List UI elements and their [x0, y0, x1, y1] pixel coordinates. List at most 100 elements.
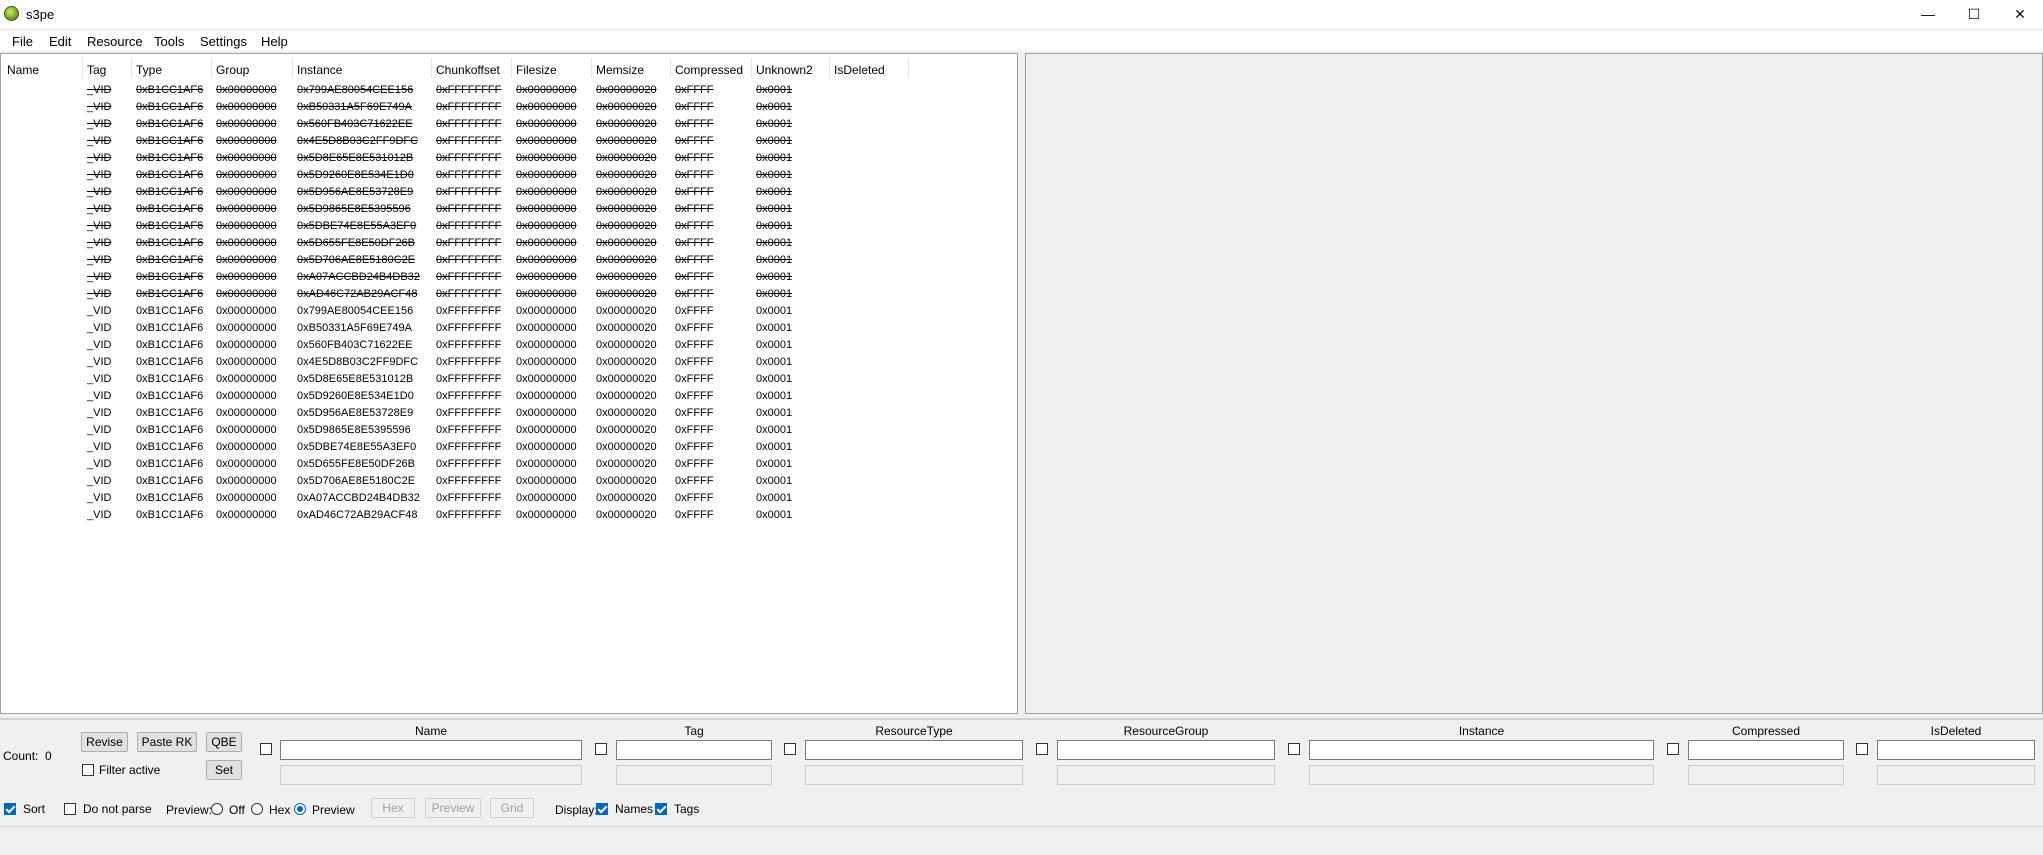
column-header-type[interactable]: Type — [136, 63, 162, 77]
table-row[interactable]: _VID 0xB1CC1AF6 0x00000000 0xB50331A5F69E74… — [1, 99, 1017, 116]
filter-instance-input[interactable] — [1309, 740, 1654, 760]
column-header-isdeleted[interactable]: IsDeleted — [834, 63, 885, 77]
tags-checkbox[interactable] — [655, 803, 667, 815]
table-row[interactable]: _VID 0xB1CC1AF6 0x00000000 0x5D8E65E8E53101… — [1, 371, 1017, 388]
column-separator[interactable] — [292, 58, 293, 78]
revise-button[interactable]: Revise — [81, 732, 128, 752]
table-row[interactable]: _VID 0xB1CC1AF6 0x00000000 0x799AE80054CEE1… — [1, 82, 1017, 99]
column-header-name[interactable]: Name — [7, 63, 39, 77]
hex-button[interactable]: Hex — [371, 798, 415, 818]
column-header-tag[interactable]: Tag — [87, 63, 106, 77]
table-row[interactable]: _VID 0xB1CC1AF6 0x00000000 0x5D956AE8E53728… — [1, 405, 1017, 422]
paste-rk-button[interactable]: Paste RK — [137, 732, 197, 752]
column-header-memsize[interactable]: Memsize — [596, 63, 644, 77]
cell-type: 0xB1CC1AF6 — [136, 152, 204, 164]
preview-hex-radio[interactable] — [251, 803, 263, 815]
column-header-filesize[interactable]: Filesize — [516, 63, 557, 77]
menu-edit[interactable]: Edit — [49, 34, 71, 49]
do-not-parse-checkbox[interactable] — [64, 803, 76, 815]
maximize-button[interactable]: ☐ — [1951, 0, 1997, 28]
cell-memsize: 0x00000020 — [596, 271, 657, 283]
table-row[interactable]: _VID 0xB1CC1AF6 0x00000000 0x560FB403C71622… — [1, 116, 1017, 133]
filter-compressed-checkbox[interactable] — [1667, 743, 1679, 755]
filter-resourcetype-value — [805, 765, 1023, 785]
table-row[interactable]: _VID 0xB1CC1AF6 0x00000000 0x560FB403C71622… — [1, 337, 1017, 354]
column-separator[interactable] — [670, 58, 671, 78]
menu-settings[interactable]: Settings — [200, 34, 247, 49]
preview-off-radio[interactable] — [211, 803, 223, 815]
filter-instance-checkbox[interactable] — [1288, 743, 1300, 755]
column-separator[interactable] — [131, 58, 132, 78]
menu-tools[interactable]: Tools — [154, 34, 184, 49]
column-separator[interactable] — [751, 58, 752, 78]
table-row[interactable]: _VID 0xB1CC1AF6 0x00000000 0xB50331A5F69E74… — [1, 320, 1017, 337]
set-button[interactable]: Set — [206, 760, 242, 780]
filter-tag-checkbox[interactable] — [595, 743, 607, 755]
filter-name-checkbox[interactable] — [260, 743, 272, 755]
filter-active-checkbox[interactable] — [82, 764, 94, 776]
filter-name-input[interactable] — [280, 740, 582, 760]
table-row[interactable]: _VID 0xB1CC1AF6 0x00000000 0x5D9260E8E534E1… — [1, 167, 1017, 184]
cell-type: 0xB1CC1AF6 — [136, 271, 204, 283]
column-separator[interactable] — [82, 58, 83, 78]
cell-type: 0xB1CC1AF6 — [136, 254, 204, 266]
sort-checkbox[interactable] — [4, 803, 16, 815]
minimize-button[interactable]: — — [1905, 0, 1951, 28]
cell-filesize: 0x00000000 — [516, 118, 577, 130]
grid-button[interactable]: Grid — [490, 798, 534, 818]
table-row[interactable]: _VID 0xB1CC1AF6 0x00000000 0x4E5D8B03C2FF9D… — [1, 133, 1017, 150]
column-header-chunkoffset[interactable]: Chunkoffset — [436, 63, 500, 77]
column-separator[interactable] — [591, 58, 592, 78]
preview-preview-radio[interactable] — [294, 803, 306, 815]
column-separator[interactable] — [908, 58, 909, 78]
table-row[interactable]: _VID 0xB1CC1AF6 0x00000000 0x5D706AE8E5180C… — [1, 252, 1017, 269]
column-separator[interactable] — [211, 58, 212, 78]
menu-resource[interactable]: Resource — [87, 34, 143, 49]
filter-tag-input[interactable] — [616, 740, 772, 760]
menu-file[interactable]: File — [12, 34, 33, 49]
table-row[interactable]: _VID 0xB1CC1AF6 0x00000000 0x5D9865E8E53955… — [1, 422, 1017, 439]
table-row[interactable]: _VID 0xB1CC1AF6 0x00000000 0x799AE80054CEE1… — [1, 303, 1017, 320]
table-row[interactable]: _VID 0xB1CC1AF6 0x00000000 0x5D956AE8E53728… — [1, 184, 1017, 201]
table-row[interactable]: _VID 0xB1CC1AF6 0x00000000 0x4E5D8B03C2FF9D… — [1, 354, 1017, 371]
table-row[interactable]: _VID 0xB1CC1AF6 0x00000000 0x5D655FE8E50DF2… — [1, 456, 1017, 473]
table-row[interactable]: _VID 0xB1CC1AF6 0x00000000 0xA07ACCBD24B4DB… — [1, 269, 1017, 286]
table-row[interactable]: _VID 0xB1CC1AF6 0x00000000 0x5D655FE8E50DF2… — [1, 235, 1017, 252]
table-row[interactable]: _VID 0xB1CC1AF6 0x00000000 0x5D9260E8E534E1… — [1, 388, 1017, 405]
names-checkbox[interactable] — [596, 803, 608, 815]
resource-list[interactable]: Name Tag Type Group Instance Chunkoffset Files… — [0, 53, 1018, 714]
cell-memsize: 0x00000020 — [596, 356, 657, 368]
column-separator[interactable] — [829, 58, 830, 78]
table-row[interactable]: _VID 0xB1CC1AF6 0x00000000 0x5D9865E8E53955… — [1, 201, 1017, 218]
column-header-unknown2[interactable]: Unknown2 — [756, 63, 813, 77]
column-header-instance[interactable]: Instance — [297, 63, 342, 77]
qbe-button[interactable]: QBE — [206, 732, 242, 752]
table-row[interactable]: _VID 0xB1CC1AF6 0x00000000 0xA07ACCBD24B4DB… — [1, 490, 1017, 507]
column-separator[interactable] — [511, 58, 512, 78]
cell-instance: 0x5D655FE8E50DF26B — [297, 458, 416, 470]
preview-button[interactable]: Preview — [425, 798, 481, 818]
filter-isdeleted-checkbox[interactable] — [1856, 743, 1868, 755]
cell-memsize: 0x00000020 — [596, 492, 657, 504]
filter-resourcetype-checkbox[interactable] — [784, 743, 796, 755]
table-row[interactable]: _VID 0xB1CC1AF6 0x00000000 0x5D706AE8E5180C… — [1, 473, 1017, 490]
filter-resourcetype-input[interactable] — [805, 740, 1023, 760]
filter-resourcegroup-checkbox[interactable] — [1036, 743, 1048, 755]
table-row[interactable]: _VID 0xB1CC1AF6 0x00000000 0xAD46C72AB29ACF… — [1, 286, 1017, 303]
cell-chunkoffset: 0xFFFFFFFF — [436, 254, 502, 266]
column-separator[interactable] — [431, 58, 432, 78]
column-header-group[interactable]: Group — [216, 63, 249, 77]
filter-compressed-input[interactable] — [1688, 740, 1844, 760]
table-row[interactable]: _VID 0xB1CC1AF6 0x00000000 0x5DBE74E8E55A3E… — [1, 439, 1017, 456]
filter-isdeleted-input[interactable] — [1877, 740, 2035, 760]
horizontal-splitter[interactable] — [0, 718, 2043, 720]
table-row[interactable]: _VID 0xB1CC1AF6 0x00000000 0x5D8E65E8E53101… — [1, 150, 1017, 167]
menu-help[interactable]: Help — [261, 34, 288, 49]
cell-group: 0x00000000 — [216, 441, 277, 453]
close-button[interactable]: ✕ — [1997, 0, 2043, 28]
table-row[interactable]: _VID 0xB1CC1AF6 0x00000000 0x5DBE74E8E55A3E… — [1, 218, 1017, 235]
filter-resourcegroup-input[interactable] — [1057, 740, 1275, 760]
cell-filesize: 0x00000000 — [516, 135, 577, 147]
column-header-compressed[interactable]: Compressed — [675, 63, 743, 77]
table-row[interactable]: _VID 0xB1CC1AF6 0x00000000 0xAD46C72AB29ACF… — [1, 507, 1017, 524]
